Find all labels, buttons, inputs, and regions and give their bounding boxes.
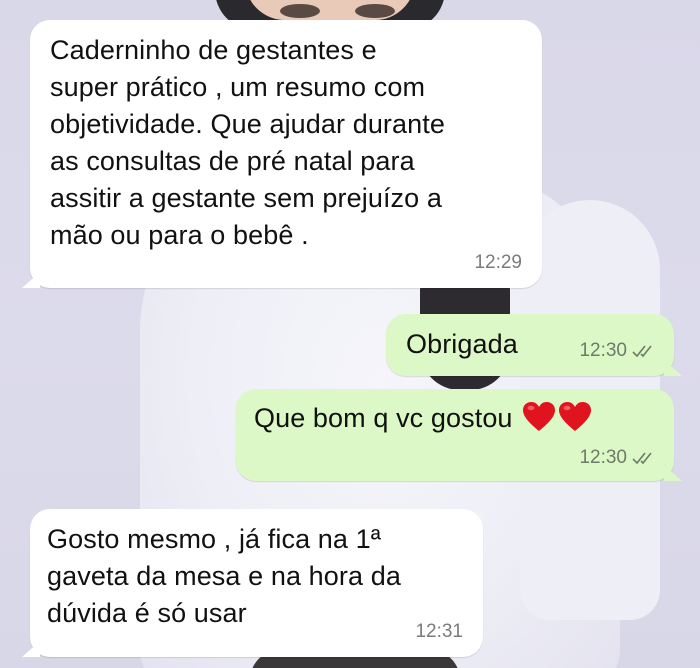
message-text: Caderninho de gestantes e super prático …	[50, 35, 445, 250]
message-bubble-incoming[interactable]: Gosto mesmo , já fica na 1ª gaveta da me…	[22, 509, 483, 657]
message-time: 12:31	[415, 621, 463, 642]
red-heart-icon	[523, 402, 556, 431]
message-meta: 12:31	[415, 621, 463, 643]
bubble-tail	[22, 641, 40, 657]
double-check-icon	[632, 452, 652, 465]
bubble-tail	[664, 465, 682, 481]
message-text: Gosto mesmo , já fica na 1ª gaveta da me…	[47, 524, 401, 628]
message-time: 12:30	[579, 340, 627, 361]
message-time: 12:30	[579, 447, 627, 468]
message-time: 12:29	[474, 252, 522, 273]
bubble-tail	[664, 360, 682, 376]
background-photo-eye	[280, 4, 320, 18]
message-bubble-outgoing[interactable]: Que bom q vc gostou 12:30	[236, 389, 682, 481]
chat-screen: Caderninho de gestantes e super prático …	[0, 0, 700, 668]
background-photo-eye	[355, 4, 395, 18]
message-text: Que bom q vc gostou	[254, 403, 513, 433]
double-check-icon	[632, 345, 652, 358]
message-meta: 12:30	[579, 340, 656, 362]
message-bubble-incoming[interactable]: Caderninho de gestantes e super prático …	[22, 20, 542, 288]
red-heart-icon	[559, 402, 592, 431]
bubble-tail	[22, 272, 40, 288]
message-bubble-outgoing[interactable]: Obrigada 12:30	[386, 314, 682, 376]
message-text-row: Que bom q vc gostou	[254, 400, 674, 437]
message-meta: 12:29	[474, 252, 522, 274]
message-meta: 12:30	[579, 447, 656, 469]
